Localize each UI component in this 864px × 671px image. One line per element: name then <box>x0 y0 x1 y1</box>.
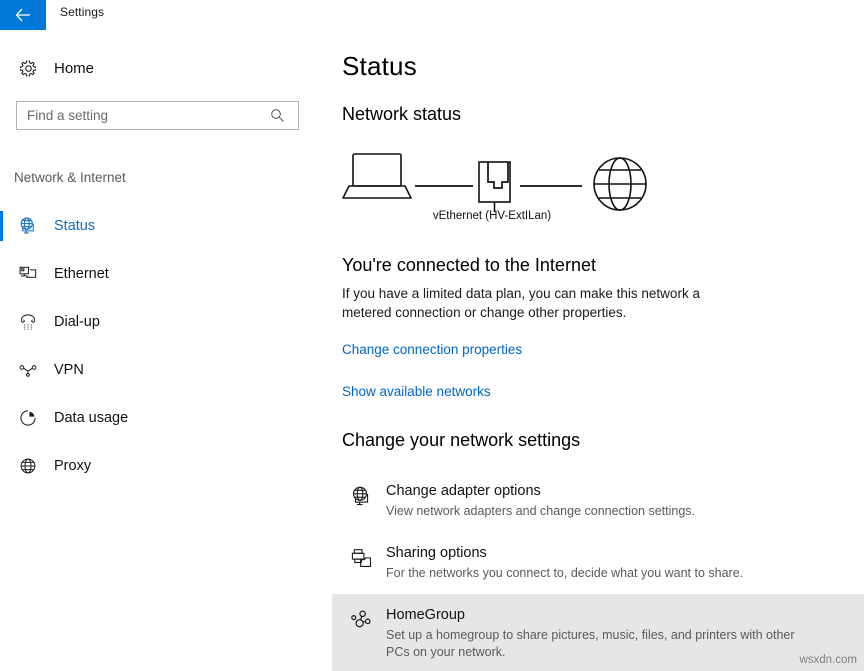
option-subtitle: View network adapters and change connect… <box>386 504 695 518</box>
sidebar-item-proxy[interactable]: Proxy <box>0 442 332 490</box>
option-subtitle: For the networks you connect to, decide … <box>386 566 744 580</box>
globe-icon <box>8 456 48 476</box>
selection-indicator <box>0 355 3 385</box>
sidebar-nav-list: Status Ethernet Dial-up VPN Data usage P… <box>0 202 332 490</box>
sidebar-item-data-usage[interactable]: Data usage <box>0 394 332 442</box>
search-input[interactable] <box>17 102 262 129</box>
selection-indicator <box>0 451 3 481</box>
sidebar-item-ethernet[interactable]: Ethernet <box>0 250 332 298</box>
sidebar: Home Network & Internet <box>0 30 332 671</box>
globe-monitor-icon <box>8 216 48 236</box>
change-network-settings-heading: Change your network settings <box>342 430 581 450</box>
main-content: Status Network status vEthernet (HV-ExtI… <box>332 30 864 671</box>
watermark: wsxdn.com <box>799 654 857 666</box>
homegroup-people-icon <box>342 606 380 632</box>
selection-indicator <box>0 211 3 241</box>
option-title: HomeGroup <box>386 607 465 623</box>
search-icon[interactable] <box>262 108 292 123</box>
sidebar-item-vpn[interactable]: VPN <box>0 346 332 394</box>
connection-status-description: If you have a limited data plan, you can… <box>342 286 700 320</box>
link-show-available-networks[interactable]: Show available networks <box>342 384 491 399</box>
sidebar-item-label: VPN <box>54 362 84 378</box>
connection-status-title: You're connected to the Internet <box>342 255 596 275</box>
option-text: HomeGroup Set up a homegroup to share pi… <box>380 606 806 661</box>
selection-indicator <box>0 259 3 289</box>
sidebar-item-status[interactable]: Status <box>0 202 332 250</box>
sidebar-home-label: Home <box>54 59 95 77</box>
sidebar-item-label: Status <box>54 218 96 234</box>
option-title: Sharing options <box>386 545 487 561</box>
sidebar-group-header: Network & Internet <box>14 170 126 185</box>
pie-chart-icon <box>8 408 48 428</box>
link-change-connection-properties[interactable]: Change connection properties <box>342 342 522 357</box>
title-bar: Settings <box>0 0 864 30</box>
option-text: Sharing options For the networks you con… <box>380 544 743 582</box>
adapter-label: vEthernet (HV-ExtILan) <box>432 210 552 222</box>
printer-folder-icon <box>342 544 380 570</box>
sidebar-item-label: Data usage <box>54 410 129 426</box>
back-arrow-icon <box>15 8 32 22</box>
gear-icon <box>8 59 48 78</box>
sidebar-item-label: Proxy <box>54 458 92 474</box>
page-title: Status <box>342 51 417 81</box>
sidebar-item-label: Ethernet <box>54 266 109 282</box>
settings-window: Settings Home Find a setting Network & I… <box>0 0 864 671</box>
network-settings-list: Change adapter options View network adap… <box>332 470 864 671</box>
option-change-adapter-options[interactable]: Change adapter options View network adap… <box>332 470 864 532</box>
selection-indicator <box>0 403 3 433</box>
network-status-heading: Network status <box>342 104 462 124</box>
search-box[interactable] <box>16 101 299 130</box>
window-title: Settings <box>60 5 105 19</box>
option-text: Change adapter options View network adap… <box>380 482 695 520</box>
sidebar-item-dial-up[interactable]: Dial-up <box>0 298 332 346</box>
option-homegroup[interactable]: HomeGroup Set up a homegroup to share pi… <box>332 594 864 671</box>
sidebar-item-label: Dial-up <box>54 314 100 330</box>
selection-indicator <box>0 307 3 337</box>
ethernet-icon <box>8 264 48 284</box>
option-sharing-options[interactable]: Sharing options For the networks you con… <box>332 532 864 594</box>
option-subtitle: Set up a homegroup to share pictures, mu… <box>386 628 795 659</box>
option-title: Change adapter options <box>386 483 541 499</box>
back-button[interactable] <box>0 0 46 30</box>
globe-monitor-icon <box>342 482 380 508</box>
sidebar-item-home[interactable]: Home <box>0 50 332 86</box>
dialup-phone-icon <box>8 312 48 332</box>
vpn-key-icon <box>8 360 48 380</box>
